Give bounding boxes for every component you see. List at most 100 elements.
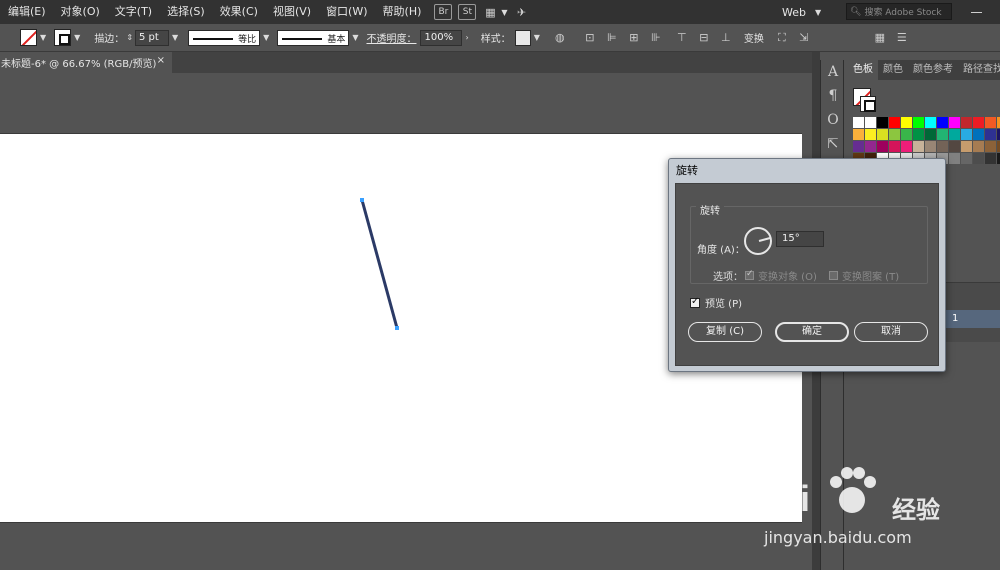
swatch-cell[interactable] <box>973 117 984 128</box>
swatch-cell[interactable] <box>973 153 984 164</box>
variable-width-profile[interactable]: 等比 <box>188 29 261 46</box>
bridge-button[interactable]: Br <box>434 4 453 20</box>
menu-view[interactable]: 视图(V) <box>265 0 318 24</box>
menu-help[interactable]: 帮助(H) <box>375 0 429 24</box>
menu-window[interactable]: 窗口(W) <box>318 0 374 24</box>
swatch-cell[interactable] <box>949 129 960 140</box>
swatch-cell[interactable] <box>937 117 948 128</box>
swatch-cell[interactable] <box>937 141 948 152</box>
character-icon[interactable]: A <box>821 60 845 84</box>
minimize-button[interactable] <box>966 4 988 20</box>
anchor-point-end[interactable] <box>395 326 399 330</box>
align-right-icon[interactable]: ⊪ <box>648 30 664 46</box>
swatch-cell[interactable] <box>961 117 972 128</box>
stepper-icon[interactable]: ⇕ <box>126 33 133 42</box>
swatch-cell[interactable] <box>985 153 996 164</box>
swatch-cell[interactable] <box>961 141 972 152</box>
graphic-style-swatch[interactable] <box>514 29 531 46</box>
export-icon[interactable]: ⇱ <box>821 132 845 156</box>
swatch-cell[interactable] <box>901 129 912 140</box>
menu-type[interactable]: 文字(T) <box>107 0 159 24</box>
fill-color-swatch[interactable] <box>20 29 37 46</box>
swatch-cell[interactable] <box>949 141 960 152</box>
isolate-icon[interactable]: ⛶ <box>774 30 790 46</box>
swatch-cell[interactable] <box>961 129 972 140</box>
stock-button[interactable]: St <box>458 4 477 20</box>
swatch-cell[interactable] <box>961 153 972 164</box>
workspace-switcher[interactable]: Web ▼ <box>782 3 821 21</box>
swatch-cell[interactable] <box>877 117 888 128</box>
transform-objects-option[interactable]: 变换对象 (O) <box>745 268 817 283</box>
align-top-icon[interactable]: ⊤ <box>674 30 690 46</box>
transform-link[interactable]: 变换 <box>744 30 764 45</box>
chevron-down-icon[interactable]: ▼ <box>534 33 540 42</box>
angle-input[interactable]: 15° <box>776 231 824 247</box>
swatch-cell[interactable] <box>889 129 900 140</box>
menu-object[interactable]: 对象(O) <box>53 0 107 24</box>
stroke-label[interactable]: 描边： <box>94 30 124 45</box>
quick-actions-icon[interactable]: ⇲ <box>796 30 812 46</box>
ok-button[interactable]: 确定 <box>775 322 849 342</box>
menu-icon[interactable]: ☰ <box>894 30 910 46</box>
swatch-cell[interactable] <box>853 141 864 152</box>
stroke-weight-input[interactable]: 5 pt <box>135 29 170 46</box>
preview-option[interactable]: 预览 (P) <box>690 295 742 310</box>
brush-definition[interactable]: 基本 <box>277 29 350 46</box>
tab-pathfinder[interactable]: 路径查找 <box>958 60 1000 80</box>
align-to-icon[interactable]: ⊡ <box>582 30 598 46</box>
chevron-down-icon[interactable]: ▼ <box>172 33 178 42</box>
swatch-cell[interactable] <box>925 129 936 140</box>
align-left-icon[interactable]: ⊫ <box>604 30 620 46</box>
swatch-cell[interactable] <box>877 129 888 140</box>
gpu-performance-icon[interactable]: ✈ <box>514 4 530 20</box>
opentype-icon[interactable]: O <box>821 108 845 132</box>
align-bottom-icon[interactable]: ⊥ <box>718 30 734 46</box>
stroke-color-swatch[interactable] <box>54 29 72 46</box>
tab-swatches[interactable]: 色板 <box>848 60 878 80</box>
chevron-right-icon[interactable]: › <box>465 33 468 42</box>
tab-color-guide[interactable]: 颜色参考 <box>908 60 958 80</box>
close-icon[interactable]: × <box>157 55 165 66</box>
copy-button[interactable]: 复制 (C) <box>688 322 762 342</box>
swatch-cell[interactable] <box>949 153 960 164</box>
swatch-cell[interactable] <box>865 129 876 140</box>
stock-search-input[interactable]: 🔍︎ 搜索 Adobe Stock <box>846 3 952 20</box>
swatch-cell[interactable] <box>973 141 984 152</box>
swatch-cell[interactable] <box>901 141 912 152</box>
cancel-button[interactable]: 取消 <box>854 322 928 342</box>
swatch-cell[interactable] <box>925 117 936 128</box>
swatch-cell[interactable] <box>853 129 864 140</box>
align-hcenter-icon[interactable]: ⊞ <box>626 30 642 46</box>
dialog-title[interactable]: 旋转 <box>669 159 945 183</box>
opacity-input[interactable]: 100% <box>420 29 463 46</box>
arrange-documents-icon[interactable]: ▦ <box>482 4 498 20</box>
swatch-cell[interactable] <box>889 117 900 128</box>
swatch-cell[interactable] <box>949 117 960 128</box>
swatch-cell[interactable] <box>925 141 936 152</box>
swatch-cell[interactable] <box>901 117 912 128</box>
recolor-artwork-icon[interactable]: ◍ <box>552 30 568 46</box>
arrange-icon[interactable]: ▦ <box>872 30 888 46</box>
chevron-down-icon[interactable]: ▼ <box>263 33 269 42</box>
transform-patterns-option[interactable]: 变换图案 (T) <box>829 268 899 283</box>
swatch-cell[interactable] <box>877 141 888 152</box>
anchor-point-start[interactable] <box>360 198 364 202</box>
chevron-down-icon[interactable]: ▼ <box>74 33 80 42</box>
swatch-cell[interactable] <box>937 129 948 140</box>
swatch-cell[interactable] <box>865 117 876 128</box>
opacity-label[interactable]: 不透明度： <box>366 30 416 45</box>
document-tab[interactable]: 未标题-6* @ 66.67% (RGB/预览) × <box>0 52 172 73</box>
panel-stroke-swatch[interactable] <box>860 96 876 112</box>
chevron-down-icon[interactable]: ▼ <box>40 33 46 42</box>
swatch-cell[interactable] <box>889 141 900 152</box>
align-vcenter-icon[interactable]: ⊟ <box>696 30 712 46</box>
menu-select[interactable]: 选择(S) <box>159 0 212 24</box>
swatch-cell[interactable] <box>985 141 996 152</box>
paragraph-icon[interactable]: ¶ <box>821 84 845 108</box>
swatch-cell[interactable] <box>985 129 996 140</box>
swatch-cell[interactable] <box>865 141 876 152</box>
angle-dial-icon[interactable] <box>744 227 772 255</box>
swatch-cell[interactable] <box>913 129 924 140</box>
chevron-down-icon[interactable]: ▼ <box>352 33 358 42</box>
menu-edit[interactable]: 编辑(E) <box>0 0 53 24</box>
